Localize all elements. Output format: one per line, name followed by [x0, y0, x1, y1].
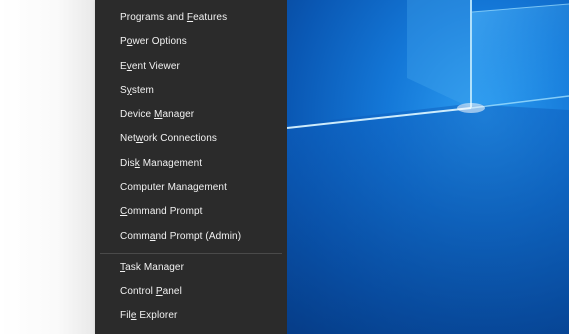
menu-item-computer-management[interactable]: Computer Management: [95, 177, 287, 199]
menu-item-system[interactable]: System: [95, 80, 287, 102]
menu-item-command-prompt-admin[interactable]: Command Prompt (Admin): [95, 226, 287, 248]
menu-separator: [100, 253, 282, 254]
desktop-wallpaper: [287, 0, 569, 334]
menu-item-power-options[interactable]: Power Options: [95, 31, 287, 53]
menu-item-task-manager[interactable]: Task Manager: [95, 257, 287, 279]
wallpaper-light-beams: [287, 0, 569, 334]
menu-item-file-explorer[interactable]: File Explorer: [95, 305, 287, 327]
menu-item-device-manager[interactable]: Device Manager: [95, 104, 287, 126]
menu-item-control-panel[interactable]: Control Panel: [95, 281, 287, 303]
blank-background: [0, 0, 95, 334]
power-user-context-menu: Programs and Features Power Options Even…: [95, 0, 287, 334]
menu-item-disk-management[interactable]: Disk Management: [95, 153, 287, 175]
menu-item-programs-and-features[interactable]: Programs and Features: [95, 7, 287, 29]
menu-item-command-prompt[interactable]: Command Prompt: [95, 201, 287, 223]
menu-item-network-connections[interactable]: Network Connections: [95, 128, 287, 150]
menu-item-event-viewer[interactable]: Event Viewer: [95, 56, 287, 78]
